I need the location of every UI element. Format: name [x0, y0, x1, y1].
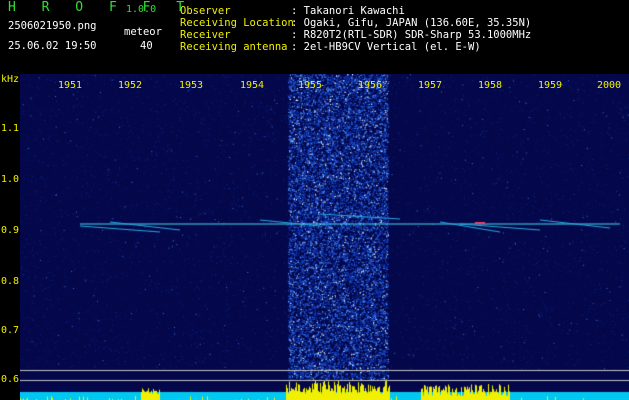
- y-tick-label: 0.6: [1, 374, 20, 385]
- spectrogram: [20, 74, 629, 400]
- app-title: H R O F F T: [8, 0, 194, 15]
- x-tick-label: 1958: [477, 80, 503, 91]
- x-tick-label: 2000: [596, 80, 622, 91]
- y-axis-unit: kHz: [1, 74, 20, 85]
- file-name: 2506021950.png: [8, 20, 97, 32]
- x-tick-label: 1957: [417, 80, 443, 91]
- x-tick-label: 1954: [239, 80, 265, 91]
- info-key-observer: Observer: [180, 5, 231, 17]
- info-value-receiver: : R820T2(RTL-SDR) SDR-Sharp 53.1000MHz: [291, 29, 532, 41]
- info-key-antenna: Receiving antenna: [180, 41, 288, 53]
- info-value-observer: : Takanori Kawachi: [291, 5, 405, 17]
- header-panel: H R O F F T 1.0.0 2506021950.png 25.06.0…: [0, 0, 629, 74]
- info-value-location: : Ogaki, Gifu, JAPAN (136.60E, 35.35N): [291, 17, 532, 29]
- y-tick-label: 0.7: [1, 325, 20, 336]
- y-tick-label: 1.1: [1, 123, 20, 134]
- info-key-location: Receiving Location: [180, 17, 294, 29]
- info-key-receiver: Receiver: [180, 29, 231, 41]
- x-tick-label: 1956: [357, 80, 383, 91]
- x-tick-label: 1959: [537, 80, 563, 91]
- y-tick-label: 0.9: [1, 225, 20, 236]
- app-version: 1.0.0: [126, 4, 157, 15]
- x-tick-label: 1952: [117, 80, 143, 91]
- info-value-antenna: : 2el-HB9CV Vertical (el. E-W): [291, 41, 481, 53]
- x-tick-label: 1953: [178, 80, 204, 91]
- meteor-label: meteor: [124, 26, 162, 38]
- y-tick-label: 0.8: [1, 276, 20, 287]
- x-tick-label: 1955: [297, 80, 323, 91]
- x-tick-label: 1951: [57, 80, 83, 91]
- file-datetime: 25.06.02 19:50: [8, 40, 97, 52]
- meteor-count: 40: [140, 40, 153, 52]
- y-tick-label: 1.0: [1, 174, 20, 185]
